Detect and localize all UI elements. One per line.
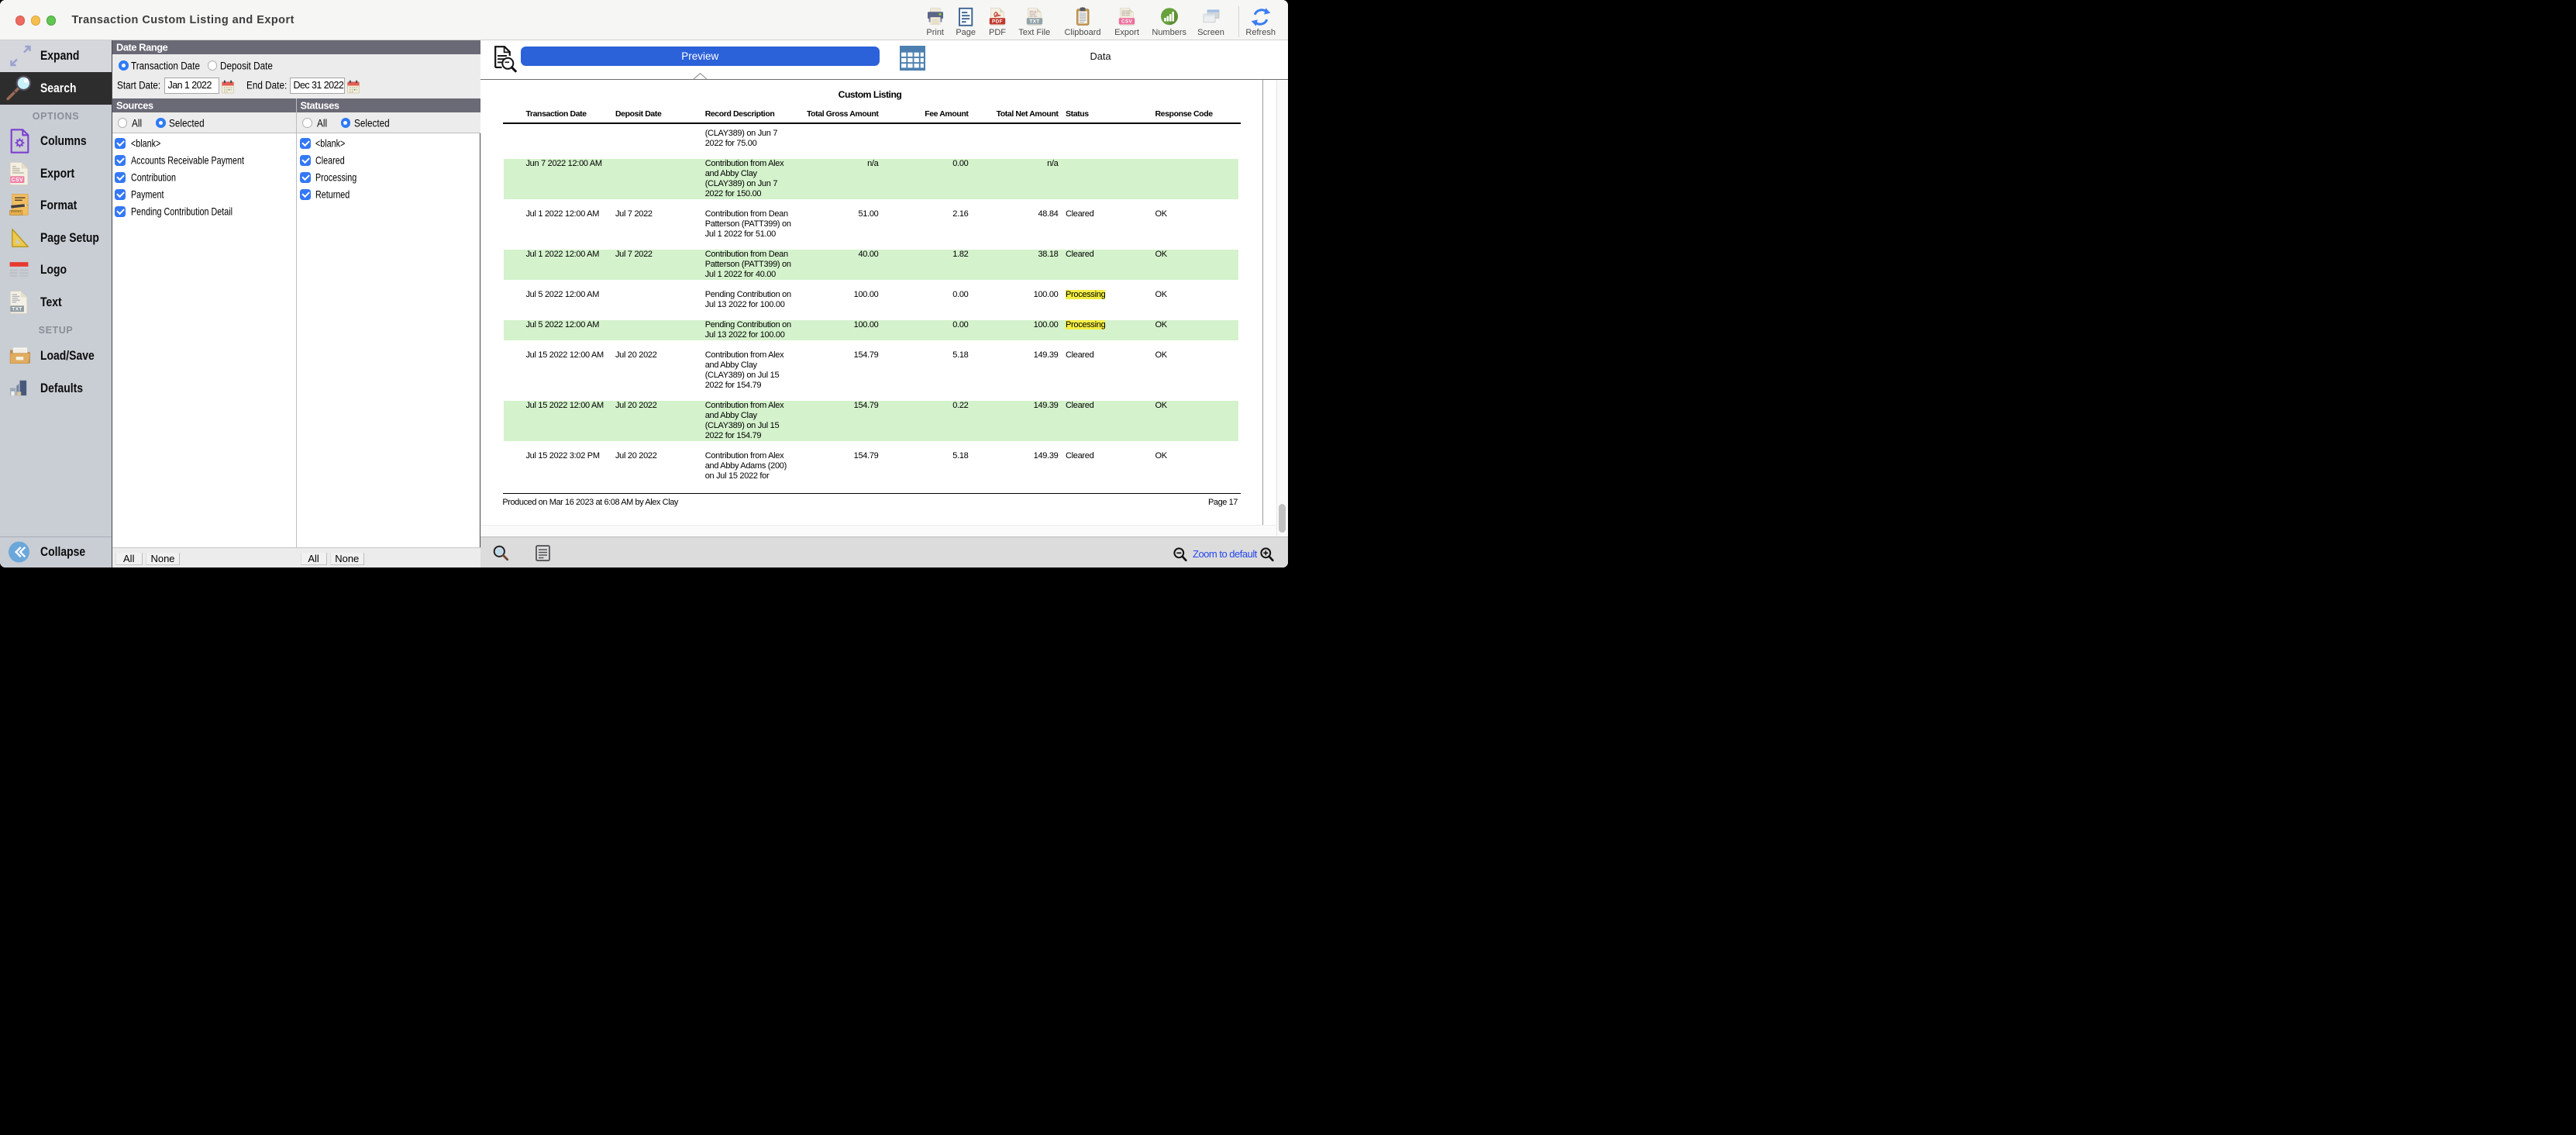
svg-text:TXT: TXT xyxy=(12,306,22,312)
svg-text:CSV: CSV xyxy=(1121,19,1133,25)
svg-text:CSV: CSV xyxy=(12,178,23,183)
svg-text:TXT: TXT xyxy=(1029,19,1039,25)
